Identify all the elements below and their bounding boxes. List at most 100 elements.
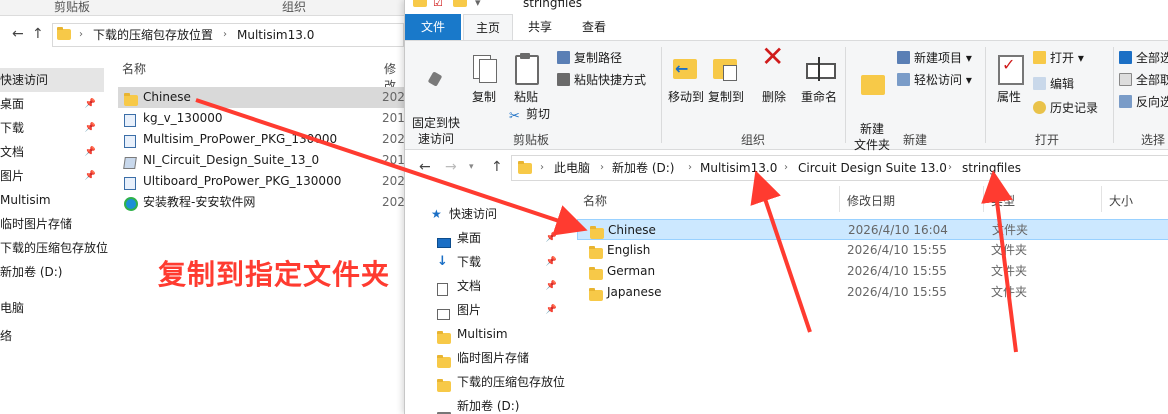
address-bar[interactable]: › 下载的压缩包存放位置 › Multisim13.0 — [52, 23, 404, 47]
forward-button[interactable]: → — [445, 152, 457, 182]
nav-item-this-pc[interactable]: 电脑 — [0, 296, 104, 320]
edit-icon — [1033, 77, 1046, 90]
pin-icon — [428, 73, 444, 93]
edge-link-icon — [124, 197, 138, 218]
title-bar: ☑ ▾ stringfiles — [405, 0, 1168, 14]
nav-item-desktop[interactable]: 桌面 📌 — [405, 226, 565, 250]
nav-item-documents[interactable]: 文档 📌 — [405, 274, 565, 298]
copy-to-button[interactable]: 复制到 — [707, 53, 745, 105]
nav-item-network[interactable]: 络 — [0, 324, 104, 348]
file-row[interactable]: Multisim_ProPower_PKG_130000 202 — [118, 129, 404, 150]
file-row[interactable]: kg_v_130000 201 — [118, 108, 404, 129]
address-bar[interactable]: › 此电脑 › 新加卷 (D:) › Multisim13.0 › Circui… — [511, 155, 1168, 181]
column-header-type[interactable]: 类型 — [991, 192, 1015, 209]
column-header-name[interactable]: 名称 — [122, 60, 146, 77]
folder-icon[interactable] — [453, 0, 467, 10]
folder-icon — [589, 287, 603, 308]
nav-item-desktop[interactable]: 桌面 📌 — [0, 92, 104, 116]
copy-button[interactable]: 复制 — [467, 53, 501, 105]
file-row[interactable]: Japanese 2026/4/10 15:55 文件夹 — [577, 282, 1168, 303]
navigation-pane: 快速访问 桌面 📌 下载 📌 文档 📌 图片 📌 Multisim 临时图片存储 下载的… — [0, 68, 108, 414]
rename-button[interactable]: 重命名 — [799, 53, 839, 105]
pin-icon: 📌 — [84, 171, 96, 181]
breadcrumb-item[interactable]: 此电脑 — [554, 157, 590, 179]
paste-button[interactable]: 粘贴 — [509, 53, 543, 105]
paste-shortcut-button[interactable]: 粘贴快捷方式 — [557, 71, 646, 89]
file-row[interactable]: 安装教程-安安软件网 202 — [118, 192, 404, 213]
up-button[interactable]: ↑ — [491, 152, 503, 182]
breadcrumb-item[interactable]: 下载的压缩包存放位置 — [93, 24, 213, 46]
back-button[interactable]: ← — [12, 19, 24, 49]
new-folder-button[interactable]: 新建 文件夹 — [849, 53, 895, 153]
new-folder-icon — [857, 69, 887, 99]
breadcrumb-item[interactable]: 新加卷 (D:) — [612, 157, 674, 179]
nav-item-temp-images[interactable]: 临时图片存储 — [405, 346, 565, 370]
cut-button[interactable]: ✂ 剪切 — [509, 105, 550, 123]
paste-icon — [511, 53, 541, 85]
column-header-size[interactable]: 大小 — [1109, 192, 1133, 209]
nav-item-pictures[interactable]: 图片 📌 — [0, 164, 104, 188]
file-row[interactable]: Chinese 2026/4/10 16:04 文件夹 — [577, 219, 1168, 240]
breadcrumb-item[interactable]: Multisim13.0 — [237, 24, 314, 46]
select-all-icon — [1119, 51, 1132, 64]
navigation-pane: ★ 快速访问 桌面 📌 ↓ 下载 📌 文档 📌 图片 📌 Multisim 临时… — [405, 200, 565, 414]
tab-share[interactable]: 共享 — [517, 14, 563, 40]
file-row[interactable]: Chinese 202 — [118, 87, 404, 108]
column-header-date[interactable]: 修改日期 — [847, 192, 895, 209]
nav-item-drive-d[interactable]: 新加卷 (D:) — [0, 260, 104, 284]
copy-path-button[interactable]: 复制路径 — [557, 49, 622, 67]
delete-button[interactable]: 删除 — [759, 49, 789, 105]
breadcrumb-item[interactable]: Multisim13.0 — [700, 157, 777, 179]
nav-item-documents[interactable]: 文档 📌 — [0, 140, 104, 164]
select-all-button[interactable]: 全部选 — [1119, 49, 1168, 67]
nav-item-downloads[interactable]: ↓ 下载 📌 — [405, 250, 565, 274]
file-row[interactable]: Ultiboard_ProPower_PKG_130000 202 — [118, 171, 404, 192]
nav-item-temp-images[interactable]: 临时图片存储 — [0, 212, 104, 236]
edit-button[interactable]: 编辑 — [1033, 75, 1074, 93]
tab-view[interactable]: 查看 — [571, 14, 617, 40]
group-label-clipboard: 剪贴板 — [513, 133, 550, 147]
invert-selection-icon — [1119, 95, 1132, 108]
group-label-open: 打开 — [1035, 133, 1060, 147]
back-button[interactable]: ← — [419, 152, 431, 182]
easy-access-button[interactable]: 轻松访问 ▾ — [897, 71, 972, 89]
nav-item-quick-access[interactable]: ★ 快速访问 — [405, 202, 565, 226]
nav-item-drive-d[interactable]: 新加卷 (D:) — [405, 394, 565, 414]
file-row[interactable]: English 2026/4/10 15:55 文件夹 — [577, 240, 1168, 261]
nav-item-archives[interactable]: 下载的压缩包存放位 — [0, 236, 108, 260]
history-button[interactable]: 历史记录 — [1033, 99, 1098, 117]
nav-item-downloads[interactable]: 下载 📌 — [0, 116, 104, 140]
breadcrumb-item[interactable]: stringfiles — [962, 157, 1021, 179]
folder-icon — [57, 27, 71, 43]
rename-icon — [804, 53, 836, 83]
column-header-name[interactable]: 名称 — [583, 192, 607, 209]
tab-file[interactable]: 文件 — [405, 14, 461, 40]
select-none-icon — [1119, 73, 1132, 86]
nav-item-multisim[interactable]: Multisim — [405, 322, 565, 346]
nav-item-archives[interactable]: 下载的压缩包存放位 — [405, 370, 565, 394]
file-row[interactable]: German 2026/4/10 15:55 文件夹 — [577, 261, 1168, 282]
nav-item-multisim[interactable]: Multisim — [0, 188, 104, 212]
nav-item-quick-access[interactable]: 快速访问 — [0, 68, 104, 92]
properties-button[interactable]: 属性 — [991, 53, 1027, 105]
invert-selection-button[interactable]: 反向选 — [1119, 93, 1168, 111]
ribbon-tabs: 文件 主页 共享 查看 — [405, 14, 1168, 40]
pin-icon: 📌 — [84, 99, 96, 109]
move-to-button[interactable]: 移动到 — [667, 53, 705, 105]
file-row[interactable]: NI_Circuit_Design_Suite_13_0 201 — [118, 150, 404, 171]
tab-home[interactable]: 主页 — [463, 14, 513, 40]
chevron-down-icon[interactable]: ▾ — [475, 0, 481, 9]
breadcrumb-item[interactable]: Circuit Design Suite 13.0 — [798, 157, 947, 179]
file-list: 名称 修改日期 类型 大小 Chinese 2026/4/10 16:04 文件… — [573, 182, 1168, 414]
nav-item-pictures[interactable]: 图片 📌 — [405, 298, 565, 322]
select-none-button[interactable]: 全部取 — [1119, 71, 1168, 89]
copy-path-icon — [557, 51, 570, 64]
open-button[interactable]: 打开 ▾ — [1033, 49, 1084, 67]
new-item-button[interactable]: 新建项目 ▾ — [897, 49, 972, 67]
pin-icon: 📌 — [84, 147, 96, 157]
pin-to-quick-access-button[interactable]: 固定到快 速访问 — [409, 53, 463, 147]
properties-icon[interactable]: ☑ — [433, 0, 443, 9]
pin-icon: 📌 — [545, 305, 557, 315]
recent-locations-button[interactable]: ▾ — [469, 152, 474, 182]
up-button[interactable]: ↑ — [32, 19, 44, 49]
